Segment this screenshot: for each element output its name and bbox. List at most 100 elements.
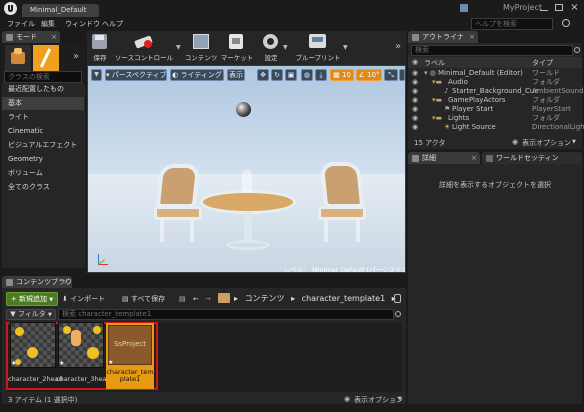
scale-snap-button[interactable]: ⤡ bbox=[384, 69, 398, 81]
import-button[interactable]: ⬇ インポート bbox=[62, 292, 118, 306]
details-tab[interactable]: 詳細 × bbox=[408, 152, 480, 164]
minimize-button[interactable] bbox=[538, 3, 550, 13]
outliner-search-input[interactable]: 検索 bbox=[411, 45, 573, 56]
viewport-options-button[interactable]: ▼ bbox=[91, 69, 102, 81]
content-browser-tab-close-icon[interactable]: × bbox=[63, 276, 69, 288]
world-outliner-panel: アウトライナ × 検索 ◉ ラベル タイプ ◉ ▾ ◍ Minimal_Defa… bbox=[408, 31, 584, 149]
mode-category-item[interactable]: Geometry bbox=[2, 153, 84, 166]
menu-window[interactable]: ウィンドウ bbox=[65, 19, 100, 29]
toolbar-more-icon[interactable]: » bbox=[395, 41, 401, 52]
asset-tile[interactable]: ★ character_2head bbox=[8, 322, 63, 388]
outliner-tab[interactable]: アウトライナ × bbox=[408, 31, 478, 43]
world-settings-tab-icon bbox=[486, 155, 493, 162]
level-tab[interactable]: Minimal_Default bbox=[22, 4, 99, 17]
table-actor[interactable] bbox=[200, 190, 296, 252]
surface-snap-button[interactable]: ⤓ bbox=[315, 69, 327, 81]
source-control-button[interactable]: ソースコントロール bbox=[115, 31, 173, 65]
chair-left[interactable] bbox=[152, 164, 204, 246]
notification-icon[interactable] bbox=[460, 4, 468, 12]
mode-category-item[interactable]: ボリューム bbox=[2, 167, 84, 180]
add-new-button[interactable]: + 新規追加 ▼ bbox=[6, 292, 58, 306]
mode-category-item[interactable]: Cinematic bbox=[2, 125, 84, 138]
translate-tool-button[interactable]: ✥ bbox=[257, 69, 269, 81]
type-column-header[interactable]: タイプ bbox=[532, 58, 553, 68]
chair-right[interactable] bbox=[316, 162, 370, 246]
rotation-snap-button[interactable]: ∠ 10° bbox=[356, 69, 382, 81]
world-local-button[interactable]: ◍ bbox=[301, 69, 313, 81]
settings-button[interactable]: 設定 bbox=[257, 31, 285, 65]
filter-button[interactable]: ▼ フィルタ ▼ bbox=[6, 309, 56, 320]
maximize-viewport-button[interactable] bbox=[399, 69, 405, 81]
settings-label: 設定 bbox=[264, 54, 278, 62]
grid-snap-button[interactable]: ▦ 10 bbox=[330, 69, 354, 81]
breadcrumb-folder[interactable]: character_template1 bbox=[302, 294, 386, 303]
close-button[interactable]: × bbox=[568, 2, 581, 14]
modes-tab-close-icon[interactable]: × bbox=[51, 31, 57, 43]
content-search-placeholder: 検索 character_template1 bbox=[62, 310, 152, 318]
mode-category-item[interactable]: ビジュアルエフェクト bbox=[2, 139, 84, 152]
filter-dropdown-icon: ▼ bbox=[47, 312, 52, 318]
menu-help[interactable]: ヘルプ bbox=[102, 19, 123, 29]
outliner-search-icon[interactable] bbox=[574, 47, 580, 53]
world-settings-tab-label: ワールドセッティン bbox=[496, 154, 559, 162]
help-search-input[interactable]: ヘルプを検索 bbox=[471, 18, 553, 30]
blueprint-button[interactable]: ブループリント bbox=[295, 31, 341, 65]
level-viewport[interactable]: ▼ ▾ パースペクティブ ◐ ライティング 表示 ✥ ↻ ▣ ◍ ⤓ ▦ 10 … bbox=[87, 65, 406, 273]
sky-sphere-actor[interactable] bbox=[236, 102, 251, 117]
details-tab-close-icon[interactable]: × bbox=[471, 152, 477, 164]
add-new-label: 新規追加 bbox=[19, 295, 47, 303]
eye-icon[interactable]: ◉ bbox=[412, 122, 418, 132]
content-view-options[interactable]: 表示オプション bbox=[354, 395, 403, 405]
modes-tab[interactable]: モード × bbox=[2, 31, 60, 43]
rotate-tool-button[interactable]: ↻ bbox=[271, 69, 283, 81]
content-search-icon[interactable] bbox=[395, 311, 401, 317]
mode-category-item[interactable]: 最近配置したもの bbox=[2, 83, 84, 96]
source-control-dropdown-icon[interactable]: ▼ bbox=[176, 44, 181, 51]
lighting-icon: ◐ bbox=[172, 71, 179, 79]
asset-tile-selected[interactable]: SsProject ★ character_template1 bbox=[106, 323, 154, 389]
outliner-view-options[interactable]: 表示オプション bbox=[522, 138, 571, 148]
outliner-view-options-dropdown-icon[interactable]: ▼ bbox=[572, 139, 576, 145]
asset-tile[interactable]: ★ character_3head bbox=[56, 322, 111, 388]
save-all-button[interactable]: ▤ すべて保存 bbox=[122, 292, 178, 306]
perspective-button[interactable]: ▾ パースペクティブ bbox=[105, 69, 167, 81]
asset-thumb-text: SsProject bbox=[113, 340, 147, 348]
show-button[interactable]: 表示 bbox=[227, 69, 245, 81]
back-button[interactable]: ← bbox=[193, 292, 203, 306]
content-search-input[interactable]: 検索 character_template1 bbox=[58, 309, 394, 320]
mode-category-item[interactable]: 全てのクラス bbox=[2, 181, 84, 194]
label-column-header[interactable]: ラベル bbox=[424, 58, 445, 68]
scale-tool-button[interactable]: ▣ bbox=[285, 69, 297, 81]
content-view-options-dropdown-icon[interactable]: ▼ bbox=[398, 396, 402, 402]
breadcrumb-root[interactable]: コンテンツ bbox=[245, 294, 285, 303]
actor-count: 15 アクタ bbox=[414, 139, 446, 147]
blueprint-dropdown-icon[interactable]: ▼ bbox=[343, 44, 348, 51]
more-modes-icon[interactable]: » bbox=[73, 51, 79, 62]
blueprint-icon bbox=[309, 34, 326, 48]
mode-category-item[interactable]: ライト bbox=[2, 111, 84, 124]
outliner-tab-close-icon[interactable]: × bbox=[469, 31, 475, 43]
content-browser-tab[interactable]: コンテンツブラウ × bbox=[2, 276, 72, 288]
mode-category-item[interactable]: 基本 bbox=[2, 97, 84, 110]
class-search-input[interactable]: クラスの検索 bbox=[4, 71, 82, 83]
marketplace-button[interactable]: マーケット bbox=[220, 31, 254, 65]
forward-button[interactable]: → bbox=[205, 292, 215, 306]
details-panel: 詳細 × ワールドセッティン 詳細を表示するオブジェクトを選択 bbox=[408, 152, 582, 404]
player-start-actor[interactable] bbox=[242, 170, 252, 192]
outliner-row[interactable]: ◉ ☀ Light Source DirectionalLight bbox=[408, 122, 584, 132]
lighting-button[interactable]: ◐ ライティング bbox=[170, 69, 224, 81]
world-settings-tab[interactable]: ワールドセッティン bbox=[482, 152, 582, 164]
menu-edit[interactable]: 編集 bbox=[41, 19, 55, 29]
menu-file[interactable]: ファイル bbox=[7, 19, 35, 29]
maximize-button[interactable] bbox=[553, 3, 565, 13]
content-button[interactable]: コンテンツ bbox=[185, 31, 217, 65]
help-search-icon[interactable] bbox=[562, 19, 570, 27]
sources-toggle-icon[interactable]: ▤ bbox=[179, 292, 189, 306]
place-mode-button[interactable] bbox=[5, 45, 31, 71]
settings-dropdown-icon[interactable]: ▼ bbox=[283, 44, 288, 51]
paint-mode-button[interactable] bbox=[33, 45, 59, 71]
modes-tab-label: モード bbox=[16, 33, 37, 41]
lock-icon[interactable] bbox=[394, 294, 401, 303]
rotation-snap-value: 10° bbox=[367, 71, 380, 79]
content-icon bbox=[193, 34, 209, 49]
